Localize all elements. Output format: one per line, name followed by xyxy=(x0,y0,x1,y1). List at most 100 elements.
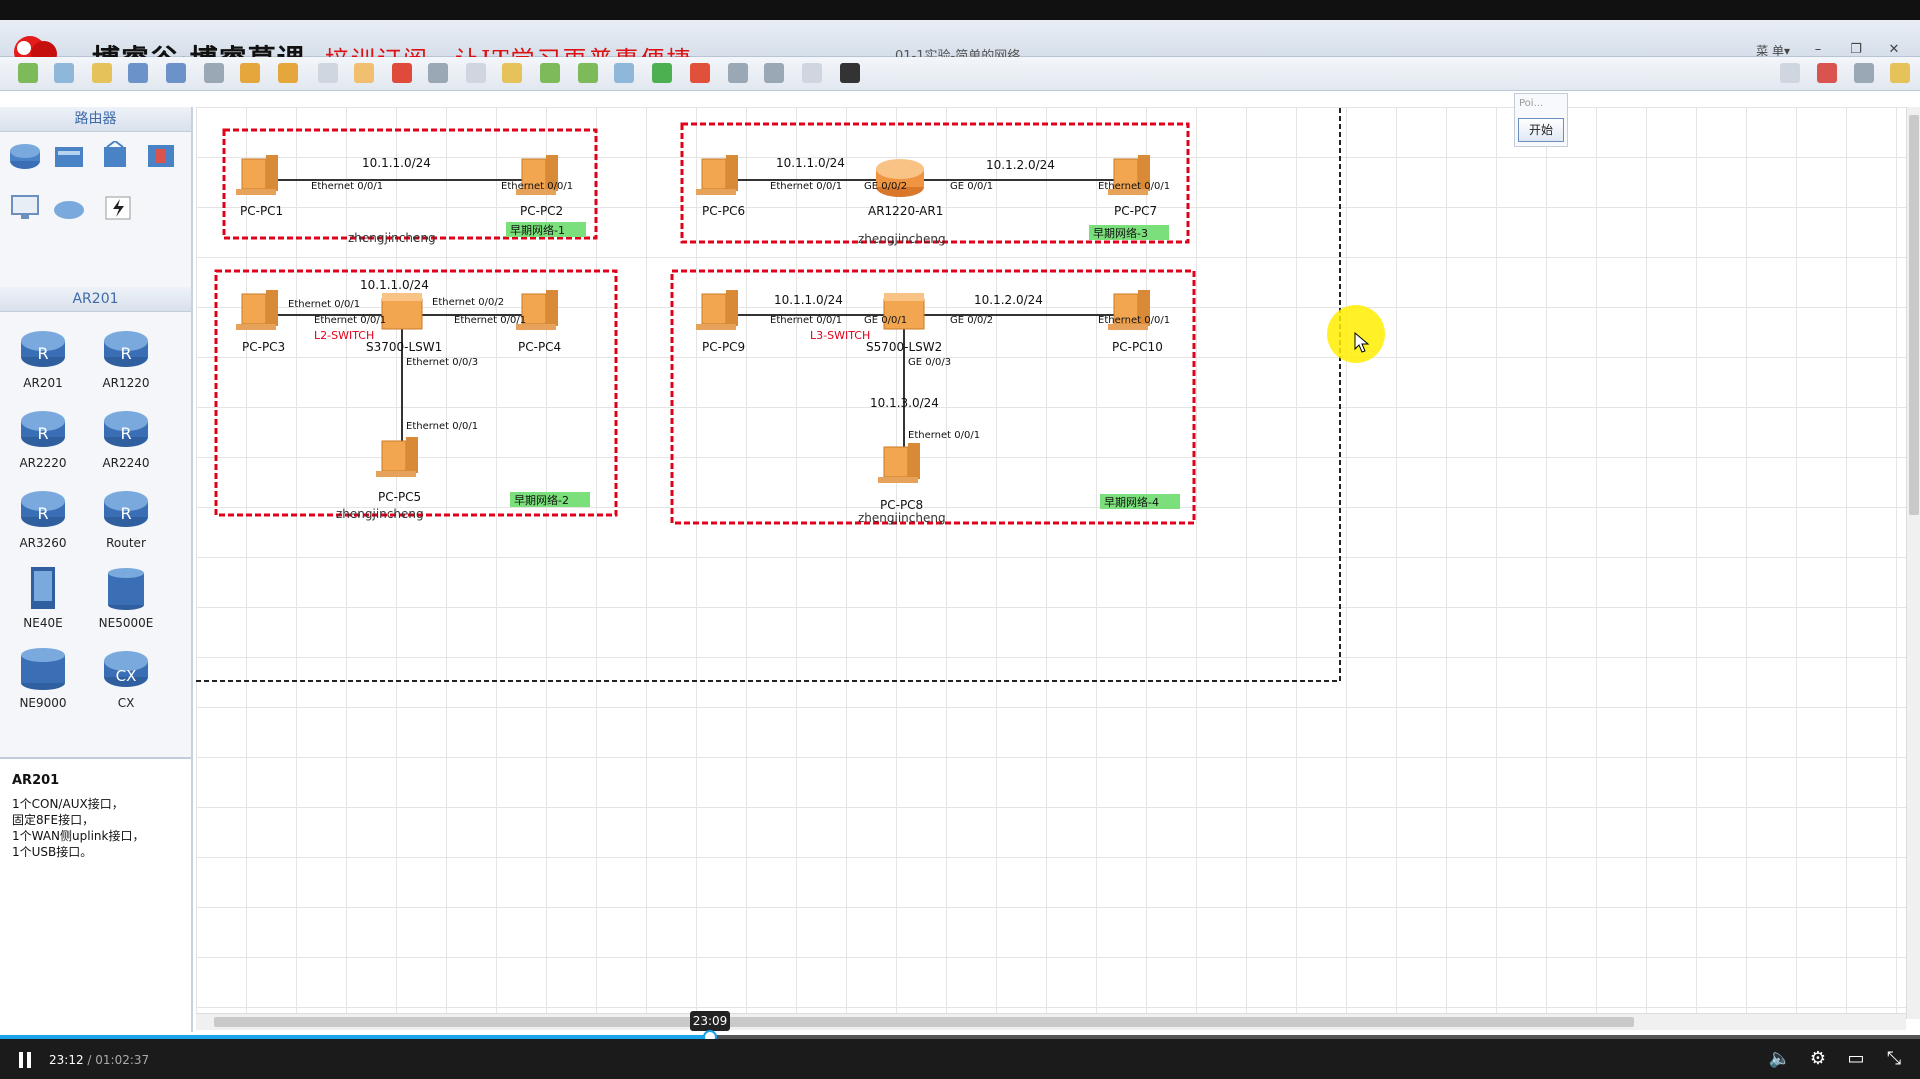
switch-name[interactable]: S5700-LSW2 xyxy=(866,340,942,354)
subnet-label: 10.1.2.0/24 xyxy=(974,293,1043,307)
hover-time-tooltip: 23:09 xyxy=(690,1011,730,1031)
device-ne5000e[interactable]: NE5000E xyxy=(91,565,161,630)
pc-category-icon[interactable] xyxy=(8,193,42,223)
router-category-icon[interactable] xyxy=(8,141,42,171)
zoom-in-icon[interactable] xyxy=(540,63,560,83)
firewall-category-icon[interactable] xyxy=(144,141,178,171)
device-label: CX xyxy=(117,696,135,710)
vertical-scrollbar[interactable] xyxy=(1906,107,1920,1019)
switch-name[interactable]: S3700-LSW1 xyxy=(366,340,442,354)
chassis-icon xyxy=(21,648,65,690)
chat-icon[interactable] xyxy=(1780,63,1800,83)
capture-icon[interactable] xyxy=(728,63,748,83)
undo-icon[interactable] xyxy=(240,63,260,83)
device-label: AR1220 xyxy=(102,376,150,390)
save-as-icon[interactable] xyxy=(166,63,186,83)
save-icon[interactable] xyxy=(128,63,148,83)
description-title: AR201 xyxy=(12,773,60,788)
total-time: 01:02:37 xyxy=(95,1053,150,1067)
port-label: Ethernet 0/0/1 xyxy=(314,315,386,326)
time-display: 23:12 / 01:02:37 xyxy=(49,1053,150,1067)
pc-name[interactable]: PC-PC7 xyxy=(1114,204,1157,218)
device-ar3260[interactable]: R AR3260 xyxy=(8,485,78,550)
print-icon[interactable] xyxy=(204,63,224,83)
zoom-out-icon[interactable] xyxy=(578,63,598,83)
volume-icon[interactable]: 🔈 xyxy=(1768,1048,1792,1070)
start-popup: Poi... 开始 xyxy=(1514,93,1568,147)
huawei-icon[interactable] xyxy=(1817,63,1837,83)
wlan-category-icon[interactable] xyxy=(98,141,132,171)
subnet-label: 10.1.1.0/24 xyxy=(774,293,843,307)
pc-name[interactable]: PC-PC8 xyxy=(880,498,923,512)
open-icon[interactable] xyxy=(92,63,112,83)
port-label: Ethernet 0/0/1 xyxy=(1098,315,1170,326)
device-ne40e[interactable]: NE40E xyxy=(8,565,78,630)
group-tag: 早期网络-3 xyxy=(1093,226,1148,240)
pc-name[interactable]: PC-PC2 xyxy=(520,204,563,218)
topology-canvas[interactable]: 10.1.1.0/24 Ethernet 0/0/1 Ethernet 0/0/… xyxy=(196,107,1906,1019)
subnet-label: 10.1.1.0/24 xyxy=(360,278,429,292)
topology-icon[interactable] xyxy=(764,63,784,83)
region-boundary xyxy=(196,107,1341,682)
pc-name[interactable]: PC-PC10 xyxy=(1112,340,1163,354)
device-ne9000[interactable]: NE9000 xyxy=(8,645,78,710)
pc-name[interactable]: PC-PC3 xyxy=(242,340,285,354)
delete-icon[interactable] xyxy=(392,63,412,83)
start-all-icon[interactable] xyxy=(652,63,672,83)
chassis-icon xyxy=(31,567,55,609)
hand-icon[interactable] xyxy=(354,63,374,83)
select-icon[interactable] xyxy=(318,63,338,83)
port-label: Ethernet 0/0/1 xyxy=(288,299,360,310)
settings-icon[interactable] xyxy=(1854,63,1874,83)
device-label: AR2220 xyxy=(19,456,67,470)
help-icon[interactable] xyxy=(1890,63,1910,83)
new-topology-icon[interactable] xyxy=(18,63,38,83)
stop-all-icon[interactable] xyxy=(690,63,710,83)
link-category-icon[interactable] xyxy=(102,193,136,223)
console-icon[interactable] xyxy=(840,63,860,83)
svg-text:R: R xyxy=(37,504,48,523)
scroll-thumb[interactable] xyxy=(214,1017,1634,1027)
rectangle-icon[interactable] xyxy=(802,63,822,83)
subtitles-icon[interactable]: ▭ xyxy=(1844,1048,1868,1070)
router-name[interactable]: AR1220-AR1 xyxy=(868,204,943,218)
port-label: Ethernet 0/0/1 xyxy=(770,315,842,326)
subnet-label: 10.1.2.0/24 xyxy=(986,158,1055,172)
video-controls: 23:12 / 01:02:37 🔈 ⚙ ▭ ⤡ xyxy=(0,1039,1920,1079)
new-example-icon[interactable] xyxy=(54,63,74,83)
pc-name[interactable]: PC-PC4 xyxy=(518,340,561,354)
start-button[interactable]: 开始 xyxy=(1518,118,1564,142)
svg-text:R: R xyxy=(120,344,131,363)
pc-name[interactable]: PC-PC5 xyxy=(378,490,421,504)
router-icon: R xyxy=(104,491,148,527)
pc-name[interactable]: PC-PC6 xyxy=(702,204,745,218)
svg-text:R: R xyxy=(37,344,48,363)
title-bar: 博睿谷·博睿慕课 培训订阅，让IT学习更普惠便捷 01-1实验-简单的网络 菜 … xyxy=(0,20,1920,76)
device-ar1220[interactable]: R AR1220 xyxy=(91,325,161,390)
switch-category-icon[interactable] xyxy=(52,141,86,171)
router-icon: R xyxy=(21,331,65,367)
author-label: zhengjincheng xyxy=(348,231,436,245)
pc-name[interactable]: PC-PC9 xyxy=(702,340,745,354)
palette-icon[interactable] xyxy=(502,63,522,83)
redo-icon[interactable] xyxy=(278,63,298,83)
device-ar2220[interactable]: R AR2220 xyxy=(8,405,78,470)
text-icon[interactable] xyxy=(466,63,486,83)
device-cx[interactable]: CX CX xyxy=(91,645,161,710)
device-ar201[interactable]: R AR201 xyxy=(8,325,78,390)
cloud-category-icon[interactable] xyxy=(52,193,86,223)
pc-name[interactable]: PC-PC1 xyxy=(240,204,283,218)
device-router[interactable]: R Router xyxy=(91,485,161,550)
exit-fullscreen-icon[interactable]: ⤡ xyxy=(1882,1048,1906,1070)
horizontal-scrollbar[interactable] xyxy=(196,1013,1906,1030)
delete-link-icon[interactable] xyxy=(428,63,448,83)
pause-icon[interactable] xyxy=(18,1052,32,1068)
mouse-pointer-icon xyxy=(1354,332,1370,353)
group-tag: 早期网络-4 xyxy=(1104,495,1159,509)
scroll-thumb[interactable] xyxy=(1909,115,1919,515)
device-ar2240[interactable]: R AR2240 xyxy=(91,405,161,470)
port-label: Ethernet 0/0/1 xyxy=(501,181,573,192)
settings-gear-icon[interactable]: ⚙ xyxy=(1806,1048,1830,1070)
author-label: zhengjincheng xyxy=(858,511,946,525)
fit-icon[interactable] xyxy=(614,63,634,83)
